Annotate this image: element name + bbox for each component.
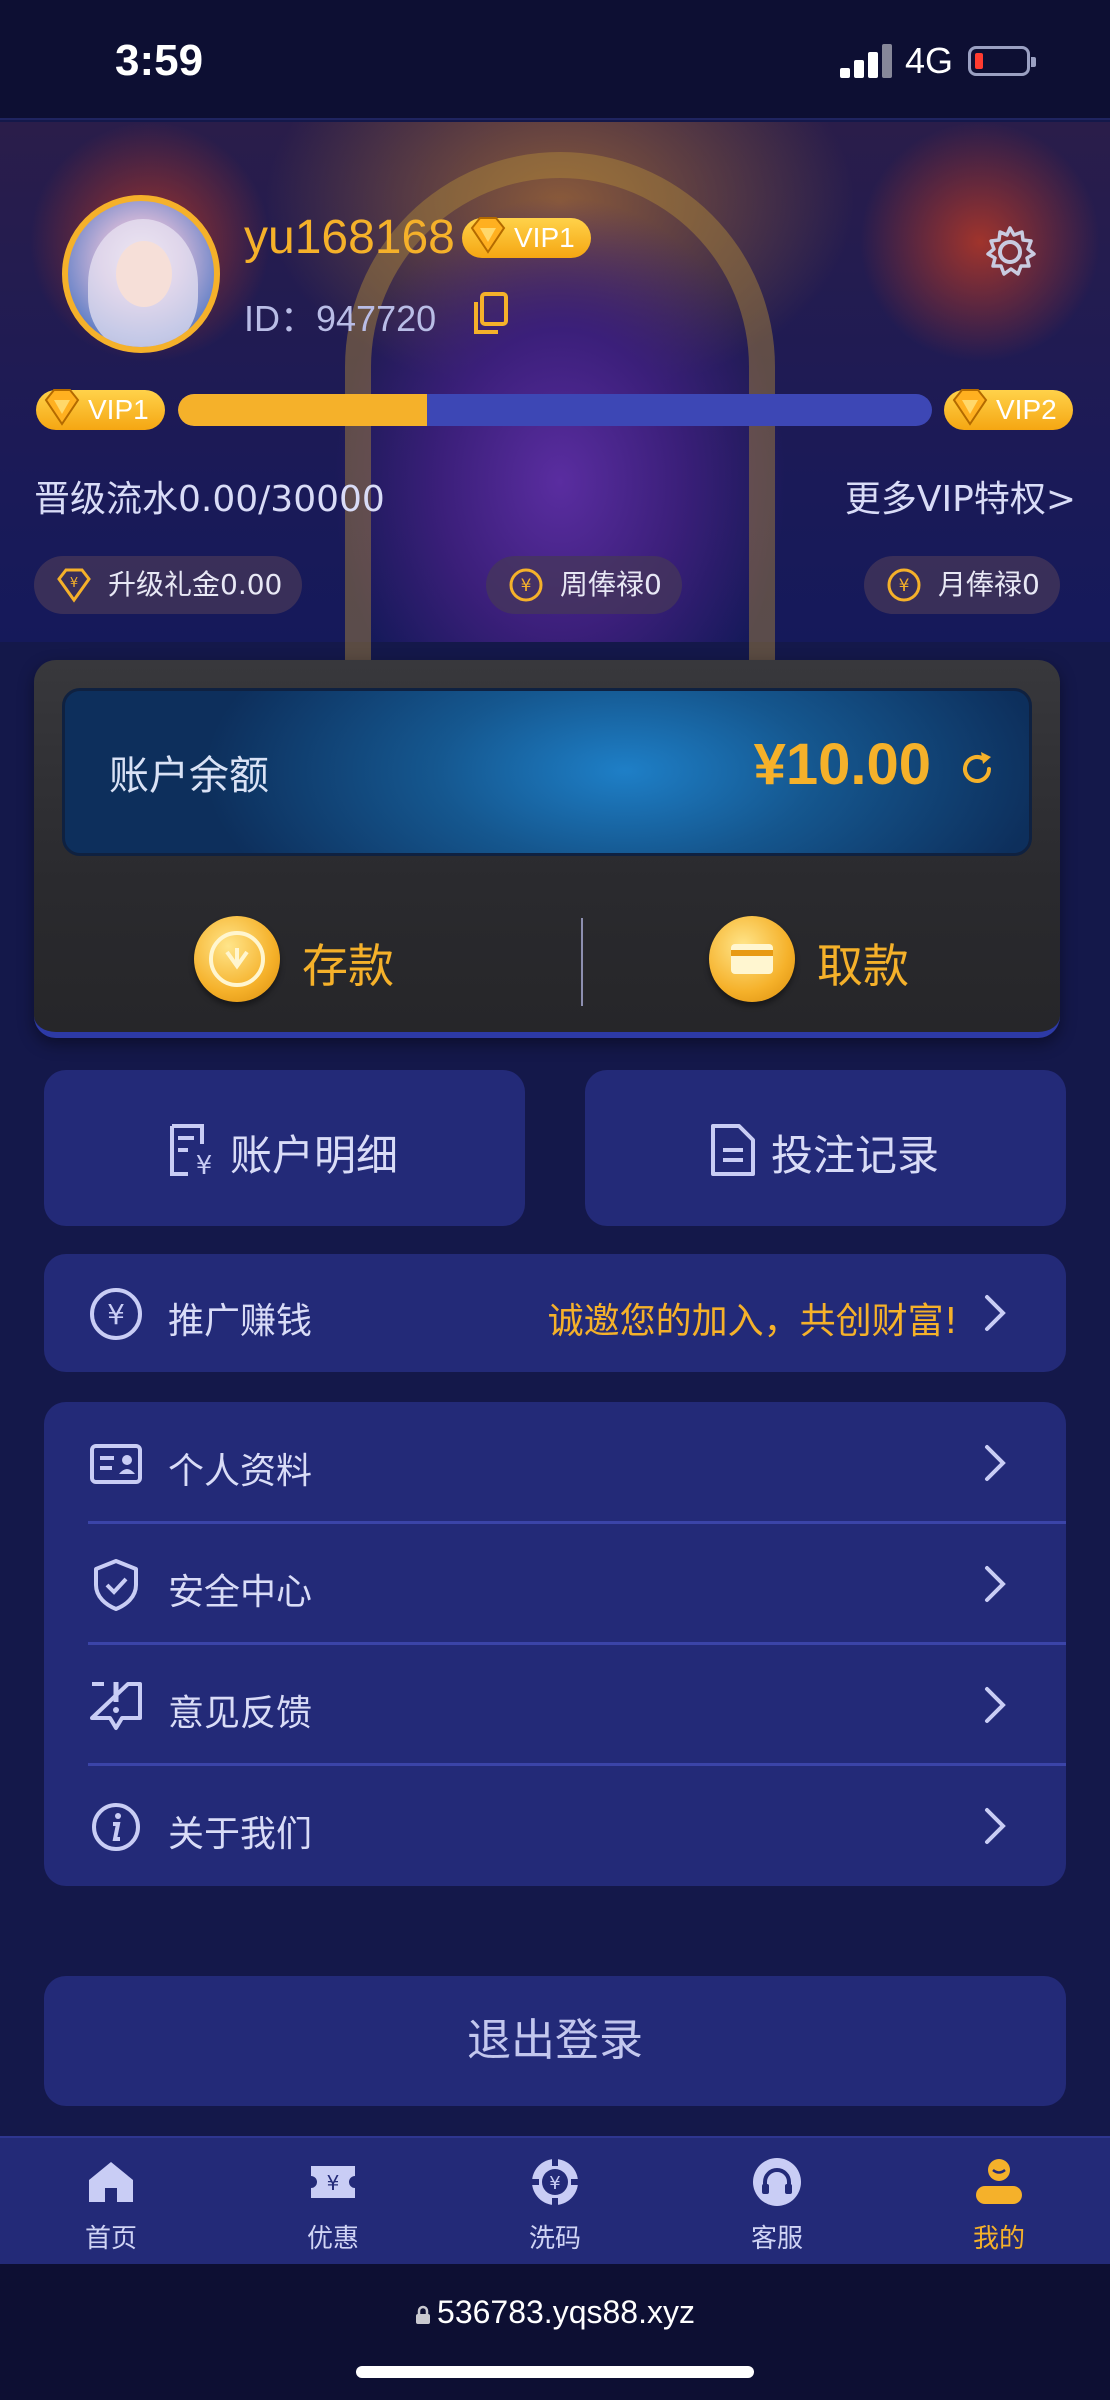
info-icon	[92, 1803, 140, 1851]
home-indicator[interactable]	[356, 2366, 754, 2378]
tab-customer-service[interactable]: 客服	[666, 2138, 888, 2266]
next-vip-level: VIP2	[944, 389, 1073, 430]
ticket-icon: ¥	[311, 2166, 355, 2198]
upgrade-turnover-text: 晋级流水0.00/30000	[34, 479, 385, 520]
chevron-right-icon	[985, 1808, 1006, 1844]
casino-chip-icon: ¥	[531, 2158, 579, 2206]
svg-text:¥: ¥	[521, 576, 532, 596]
avatar[interactable]	[62, 195, 220, 353]
browser-url-bar: 536783.yqs88.xyz	[0, 2264, 1110, 2400]
referral-label: 推广赚钱	[168, 1301, 313, 1342]
status-time: 3:59	[115, 36, 204, 85]
copy-icon[interactable]	[470, 292, 510, 336]
deposit-label: 存款	[302, 939, 394, 993]
diamond-icon	[44, 389, 80, 426]
headset-icon	[753, 2158, 801, 2206]
svg-text:¥: ¥	[70, 576, 78, 591]
account-details-tile[interactable]: ¥ 账户明细	[44, 1070, 525, 1226]
account-details-icon: ¥	[170, 1124, 213, 1178]
balance-label: 账户余额	[109, 753, 269, 799]
diamond-icon	[952, 389, 988, 426]
signal-icon	[840, 44, 894, 78]
bottom-tab-bar: 首页 ¥ 优惠 ¥ 洗码 客服 我的	[0, 2136, 1110, 2264]
menu-item-about[interactable]: 关于我们	[44, 1765, 1066, 1886]
vip-progress-fill	[178, 394, 427, 426]
weekly-salary-chip[interactable]: ¥ 周俸禄0	[486, 556, 682, 614]
balance-amount: ¥10.00	[753, 732, 931, 797]
url-display[interactable]: 536783.yqs88.xyz	[0, 2294, 1110, 2331]
tab-rebate[interactable]: ¥ 洗码	[444, 2138, 666, 2266]
svg-text:¥: ¥	[196, 1151, 213, 1178]
yen-coin-icon: ¥	[887, 568, 921, 602]
settings-menu: 个人资料 安全中心 意见反馈 关于我们	[44, 1402, 1066, 1886]
svg-text:¥: ¥	[899, 576, 910, 596]
diamond-yen-icon: ¥	[57, 568, 91, 603]
tab-label: 洗码	[528, 2224, 581, 2254]
url-text: 536783.yqs88.xyz	[437, 2294, 695, 2330]
home-icon	[89, 2162, 133, 2202]
more-vip-privileges-link[interactable]: 更多VIP特权>	[845, 470, 1076, 522]
monthly-salary-chip[interactable]: ¥ 月俸禄0	[864, 556, 1060, 614]
yen-circle-icon: ¥	[90, 1288, 142, 1340]
user-id-value: 947720	[316, 298, 437, 339]
chevron-right-icon	[985, 1566, 1006, 1602]
upgrade-bonus-chip[interactable]: ¥ 升级礼金0.00	[34, 556, 303, 614]
withdraw-button[interactable]: 取款	[709, 910, 1110, 1006]
settings-gear-icon[interactable]	[980, 222, 1040, 282]
svg-text:¥: ¥	[327, 2171, 340, 2195]
feedback-icon	[90, 1682, 142, 1730]
yen-coin-icon: ¥	[509, 568, 543, 602]
shield-check-icon	[94, 1559, 138, 1611]
tab-home[interactable]: 首页	[0, 2138, 222, 2266]
network-type: 4G	[905, 40, 954, 81]
chevron-right-icon	[985, 1687, 1006, 1723]
logout-button[interactable]: 退出登录	[44, 1976, 1066, 2106]
user-id: ID：947720	[244, 290, 436, 342]
user-icon	[976, 2159, 1022, 2204]
account-details-label: 账户明细	[230, 1131, 399, 1180]
bet-records-tile[interactable]: 投注记录	[585, 1070, 1066, 1226]
lock-icon	[416, 2305, 431, 2324]
current-vip-level: VIP1	[36, 389, 165, 430]
document-icon	[711, 1124, 755, 1176]
tab-promotions[interactable]: ¥ 优惠	[222, 2138, 444, 2266]
divider	[581, 918, 583, 1006]
withdraw-card-icon	[709, 916, 795, 1002]
chevron-right-icon	[985, 1295, 1006, 1331]
svg-text:¥: ¥	[107, 1298, 125, 1331]
svg-text:¥: ¥	[549, 2173, 560, 2194]
vip-badge: VIP1	[462, 217, 591, 258]
referral-slogan: 诚邀您的加入，共创财富!	[547, 1301, 958, 1342]
menu-label: 安全中心	[168, 1572, 313, 1613]
menu-item-security[interactable]: 安全中心	[44, 1523, 1066, 1644]
user-id-label: ID：	[244, 298, 317, 339]
menu-item-profile[interactable]: 个人资料	[44, 1402, 1066, 1523]
bet-records-label: 投注记录	[771, 1131, 940, 1180]
menu-label: 关于我们	[168, 1814, 313, 1855]
tab-mine[interactable]: 我的	[888, 2138, 1110, 2266]
battery-icon	[968, 46, 1036, 76]
chevron-right-icon	[985, 1445, 1006, 1481]
referral-row[interactable]: ¥ 推广赚钱 诚邀您的加入，共创财富!	[44, 1254, 1066, 1372]
menu-item-feedback[interactable]: 意见反馈	[44, 1644, 1066, 1765]
tab-label: 优惠	[306, 2224, 359, 2254]
diamond-icon	[470, 217, 506, 254]
tab-label: 客服	[750, 2224, 803, 2254]
refresh-icon[interactable]	[957, 749, 997, 789]
tab-label: 我的	[972, 2224, 1025, 2254]
tab-label: 首页	[84, 2224, 137, 2254]
deposit-button[interactable]: 存款	[194, 910, 614, 1006]
balance-panel: 账户余额 ¥10.00	[62, 688, 1032, 856]
id-card-icon	[90, 1444, 142, 1484]
menu-label: 意见反馈	[168, 1693, 313, 1734]
balance-card: 账户余额 ¥10.00 存款 取款	[34, 660, 1060, 1038]
status-bar: 3:59 4G	[0, 0, 1110, 120]
username: yu168168	[244, 211, 455, 264]
withdraw-label: 取款	[817, 939, 909, 993]
menu-label: 个人资料	[168, 1451, 313, 1492]
deposit-coin-icon	[194, 916, 280, 1002]
vip-progress-bar	[178, 394, 932, 426]
